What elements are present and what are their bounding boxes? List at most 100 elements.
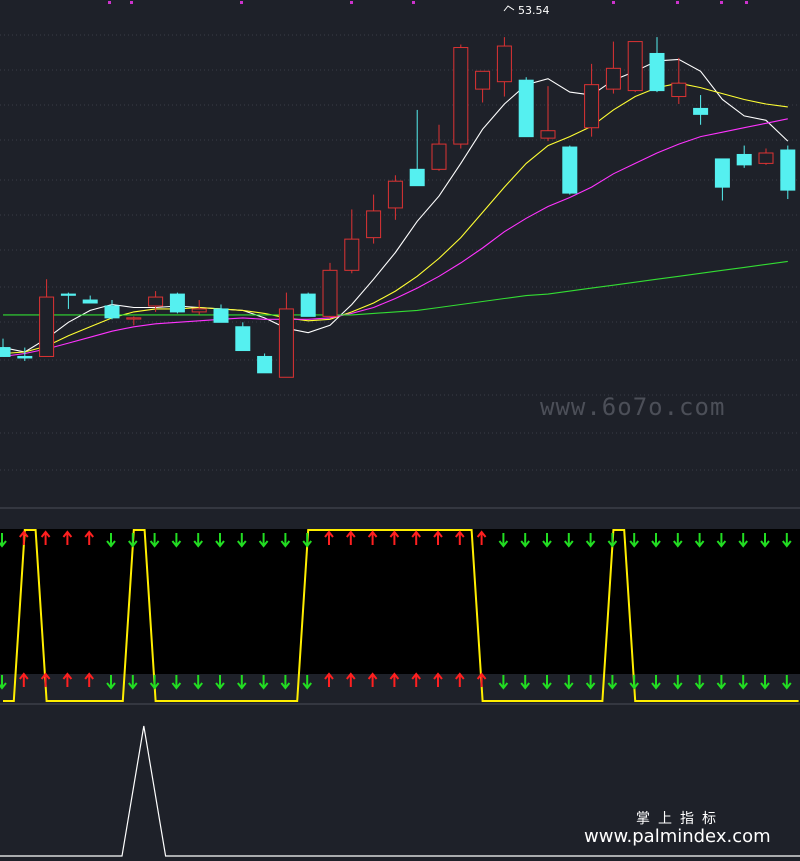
up-arrow — [62, 672, 73, 687]
up-arrow — [19, 672, 29, 687]
candle-body — [126, 317, 142, 320]
candle — [518, 77, 534, 138]
down-arrow — [280, 675, 291, 690]
candle-body — [300, 293, 316, 317]
marker-dot — [745, 1, 748, 4]
candlesticks — [0, 37, 796, 378]
watermark-site: www.6o7o.com — [540, 393, 726, 421]
up-arrow — [367, 672, 378, 687]
down-arrow — [694, 675, 705, 690]
down-arrow — [564, 675, 574, 690]
candle-body — [758, 152, 774, 164]
marker-dot — [676, 1, 679, 4]
down-arrow — [520, 675, 530, 690]
candle-body — [235, 326, 251, 352]
peak-value-label: 53.54 — [518, 4, 550, 17]
down-arrow — [651, 675, 661, 690]
candle-body — [453, 47, 469, 145]
candle-body — [584, 84, 600, 129]
candle — [387, 175, 403, 220]
marker-dot — [240, 1, 243, 4]
candle-body — [496, 45, 512, 83]
down-arrow — [629, 675, 639, 690]
candle — [322, 262, 338, 318]
candle — [780, 145, 796, 200]
marker-dot — [612, 1, 615, 4]
candle-body — [104, 305, 120, 319]
candle-body — [562, 146, 578, 194]
candle-body — [257, 355, 273, 374]
candle — [714, 158, 730, 201]
candle — [693, 95, 709, 125]
candle-body — [693, 107, 709, 115]
candle — [605, 41, 621, 94]
down-arrow — [760, 675, 770, 690]
candle — [453, 44, 469, 149]
down-arrow — [782, 675, 792, 690]
candle-body — [0, 347, 11, 357]
candle — [0, 338, 11, 357]
marker-dot — [412, 1, 415, 4]
down-arrow — [106, 675, 116, 690]
candle — [584, 63, 600, 137]
down-arrow — [0, 675, 7, 690]
down-arrow — [542, 675, 552, 690]
candle-body — [344, 238, 360, 271]
down-arrow — [215, 675, 225, 690]
candle — [758, 148, 774, 165]
candle-body — [518, 79, 534, 138]
candle-body — [736, 153, 752, 166]
marker-dot — [720, 1, 723, 4]
candle — [366, 194, 382, 244]
candle — [649, 37, 665, 93]
candle-body — [627, 41, 643, 92]
down-arrow — [237, 675, 247, 690]
down-arrow — [716, 675, 727, 690]
candle — [736, 145, 752, 168]
candle-body — [671, 82, 687, 98]
marker-dot — [130, 1, 133, 4]
candle-body — [191, 308, 207, 313]
up-arrow — [476, 672, 487, 687]
up-arrow — [455, 672, 465, 687]
down-arrow — [585, 675, 596, 690]
candle-body — [82, 299, 98, 304]
candle-body — [540, 130, 556, 139]
watermark-cn: 掌上指标 — [636, 811, 724, 827]
ma-line-3 — [3, 260, 788, 316]
candle — [169, 292, 185, 314]
up-arrow — [324, 672, 334, 687]
candle — [126, 316, 142, 326]
candle — [82, 295, 98, 304]
up-arrow — [411, 672, 421, 687]
candle — [278, 292, 294, 378]
peak-price-label: 53.54 — [503, 4, 550, 17]
down-arrow — [171, 675, 182, 690]
candle-body — [148, 296, 164, 307]
down-arrow — [149, 675, 160, 690]
candle — [562, 145, 578, 195]
candle-body — [169, 293, 185, 313]
candle — [60, 292, 76, 309]
up-arrow — [433, 672, 443, 687]
candle-body — [60, 293, 76, 296]
down-arrow — [128, 675, 138, 690]
down-arrow — [193, 675, 203, 690]
candle-body — [17, 355, 33, 359]
top-marker-dots — [108, 1, 748, 4]
down-arrow — [673, 675, 683, 690]
up-arrow — [346, 672, 356, 687]
candle — [409, 109, 425, 187]
candle — [235, 322, 251, 352]
candle — [104, 300, 120, 320]
peak-arrow — [503, 5, 515, 12]
up-arrow — [84, 672, 94, 687]
signal-panel — [0, 529, 800, 705]
candle-body — [322, 269, 338, 317]
candle-body — [213, 308, 229, 323]
down-arrow — [498, 675, 509, 690]
candle — [213, 304, 229, 323]
candle — [39, 279, 55, 357]
up-arrow — [389, 672, 400, 687]
signal-band — [0, 529, 800, 674]
